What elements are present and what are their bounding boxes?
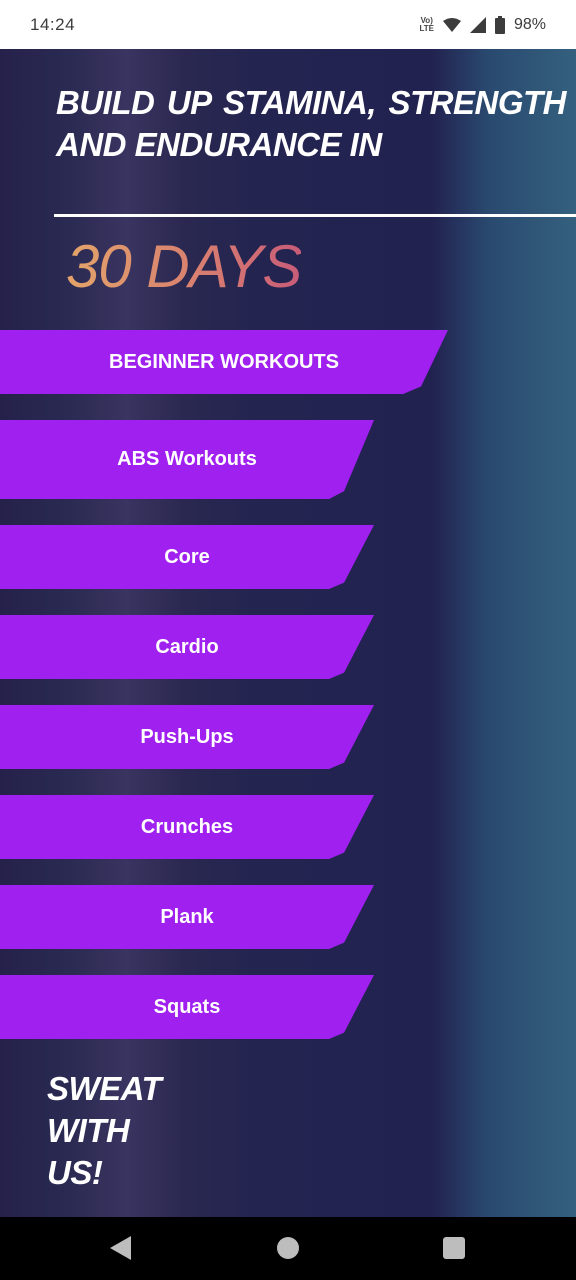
workout-label: Push-Ups [140, 725, 234, 748]
workout-button-plank[interactable]: Plank [0, 885, 374, 949]
workout-button-squats[interactable]: Squats [0, 975, 374, 1039]
battery-percent: 98% [513, 15, 546, 33]
home-icon[interactable] [277, 1237, 299, 1259]
main-screen: BUILD UP STAMINA, STRENGTH AND ENDURANCE… [0, 49, 576, 1217]
slogan: SWEAT WITH US! [47, 1070, 162, 1191]
volte-icon: Vo) LTE [419, 16, 434, 33]
headline-divider [54, 214, 576, 217]
workout-label: Squats [153, 995, 221, 1018]
workout-button-crunches[interactable]: Crunches [0, 795, 374, 859]
workout-label: Core [164, 545, 210, 568]
workout-label: BEGINNER WORKOUTS [109, 350, 339, 373]
status-bar: 14:24 Vo) LTE 98% [0, 0, 576, 49]
workout-button-push-ups[interactable]: Push-Ups [0, 705, 374, 769]
recent-apps-icon[interactable] [443, 1237, 465, 1259]
workout-button-cardio[interactable]: Cardio [0, 615, 374, 679]
wifi-icon [442, 17, 461, 32]
workout-label: Cardio [155, 635, 219, 658]
volte-bottom-text: LTE [419, 23, 434, 33]
status-icons: Vo) LTE 98% [419, 15, 546, 34]
workout-label: Crunches [140, 815, 234, 838]
days-title: 30 DAYS [66, 233, 302, 300]
workout-label: ABS Workouts [117, 448, 257, 470]
workout-button-core[interactable]: Core [0, 525, 374, 589]
workout-button-beginner[interactable]: BEGINNER WORKOUTS [0, 330, 448, 394]
back-icon[interactable] [110, 1236, 131, 1260]
workout-label: Plank [160, 905, 214, 928]
workout-button-abs[interactable]: ABS Workouts [0, 420, 374, 499]
status-time: 14:24 [30, 14, 76, 34]
headline: BUILD UP STAMINA, STRENGTH AND ENDURANCE… [56, 84, 567, 163]
navigation-bar [0, 1217, 576, 1280]
cellular-signal-icon [469, 16, 486, 33]
battery-icon [494, 15, 505, 34]
